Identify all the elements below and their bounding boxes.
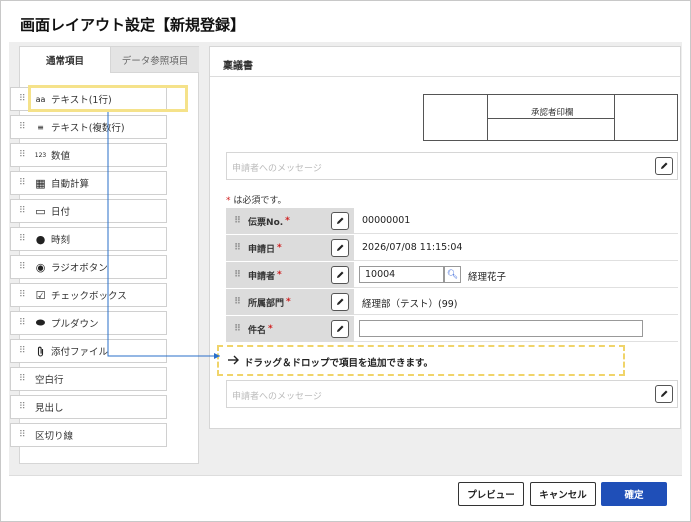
cancel-button[interactable]: キャンセル [530, 482, 596, 506]
palette-item-heading[interactable]: ⠿ 見出し [10, 395, 167, 419]
form-row-department[interactable]: ⠿ 所属部門 * 経理部（テスト）(99) [226, 289, 678, 315]
drag-handle-icon: ⠿ [19, 233, 26, 244]
drag-handle-icon: ⠿ [19, 429, 26, 440]
drag-handle-icon: ⠿ [19, 205, 26, 216]
drag-handle-icon: ⠿ [19, 317, 26, 328]
text-multi-icon: ≡ [37, 122, 44, 132]
applicant-code-input[interactable]: 10004 [359, 266, 444, 283]
message-box-bottom[interactable]: 申請者へのメッセージ [226, 380, 678, 408]
radio-icon: ◉ [35, 260, 46, 274]
palette-item-text-single[interactable]: ⠿ aa テキスト(1行) [10, 87, 167, 111]
palette-item-blank-row[interactable]: ⠿ 空白行 [10, 367, 167, 391]
drag-handle-icon: ⠿ [234, 297, 241, 307]
drop-hint: ドラッグ＆ドロップで項目を追加できます。 [244, 358, 434, 369]
palette-item-label: 自動計算 [51, 179, 90, 190]
form-row-applicant[interactable]: ⠿ 申請者 * 10004 🔍︎ 経理花子 [226, 262, 678, 288]
palette-item-attachment[interactable]: ⠿ 添付ファイル [10, 339, 167, 363]
drag-handle-icon: ⠿ [19, 373, 26, 384]
palette-item-label: 数値 [51, 151, 71, 162]
palette-item-label: 区切り線 [35, 431, 74, 442]
pencil-icon [661, 390, 668, 397]
edit-message-button[interactable] [655, 157, 673, 175]
toggle-icon: ⬬ [35, 316, 46, 329]
confirm-button[interactable]: 確定 [601, 482, 667, 506]
drag-handle-icon: ⠿ [19, 93, 26, 104]
palette-item-label: 見出し [35, 403, 64, 414]
pencil-icon [337, 298, 344, 305]
palette-item-label: チェックボックス [51, 291, 127, 302]
drag-handle-icon: ⠿ [19, 289, 26, 300]
message-box-top[interactable]: 申請者へのメッセージ [226, 152, 678, 180]
palette-item-label: 日付 [51, 207, 71, 218]
pencil-icon [337, 244, 344, 251]
edit-field-button[interactable] [331, 293, 349, 311]
palette-item-label: 空白行 [35, 375, 64, 386]
pencil-icon [661, 162, 668, 169]
palette-item-dropdown[interactable]: ⠿ ⬬ プルダウン [10, 311, 167, 335]
form-row-subject[interactable]: ⠿ 件名 * [226, 316, 678, 342]
search-icon: 🔍︎ [446, 269, 459, 280]
form-name: 稟議書 [223, 61, 253, 72]
divider [210, 76, 680, 77]
drag-handle-icon: ⠿ [19, 345, 26, 356]
calculator-icon: ▦ [35, 176, 46, 190]
drag-handle-icon: ⠿ [19, 121, 26, 132]
checkbox-icon: ☑ [35, 288, 46, 302]
palette-item-number[interactable]: ⠿ 123 数値 [10, 143, 167, 167]
drag-handle-icon: ⠿ [19, 149, 26, 160]
pencil-icon [337, 271, 344, 278]
drag-handle-icon: ⠿ [19, 401, 26, 412]
palette-item-label: ラジオボタン [51, 263, 108, 274]
drag-handle-icon: ⠿ [19, 261, 26, 272]
search-button[interactable]: 🔍︎ [444, 266, 461, 283]
number-icon: 123 [34, 151, 47, 159]
palette-item-radio[interactable]: ⠿ ◉ ラジオボタン [10, 255, 167, 279]
edit-field-button[interactable] [331, 266, 349, 284]
palette-item-label: テキスト(複数行) [51, 123, 125, 134]
page-title: 画面レイアウト設定【新規登録】 [20, 16, 246, 34]
drag-handle-icon: ⠿ [234, 216, 241, 226]
text-single-icon: aa [35, 94, 46, 104]
palette-item-label: 添付ファイル [51, 347, 109, 358]
tab-standard-fields[interactable]: 通常項目 [20, 47, 110, 73]
drag-handle-icon: ⠿ [234, 270, 241, 280]
drag-handle-icon: ⠿ [234, 324, 241, 334]
applicant-name: 経理花子 [468, 272, 507, 283]
clock-icon: ● [35, 232, 46, 246]
palette-item-time[interactable]: ⠿ ● 時刻 [10, 227, 167, 251]
palette-item-date[interactable]: ⠿ ▭ 日付 [10, 199, 167, 223]
field-value: 経理部（テスト）(99) [362, 299, 458, 310]
palette-item-checkbox[interactable]: ⠿ ☑ チェックボックス [10, 283, 167, 307]
palette-item-label: 時刻 [51, 235, 71, 246]
paperclip-icon [35, 346, 46, 357]
pencil-icon [337, 325, 344, 332]
palette-item-label: テキスト(1行) [51, 95, 112, 106]
required-note: * は必須です。 [226, 196, 287, 206]
palette-item-auto-calc[interactable]: ⠿ ▦ 自動計算 [10, 171, 167, 195]
edit-field-button[interactable] [331, 212, 349, 230]
palette-item-label: プルダウン [51, 319, 99, 330]
drag-handle-icon: ⠿ [234, 243, 241, 253]
tab-data-reference-fields[interactable]: データ参照項目 [110, 47, 199, 73]
palette-item-divider[interactable]: ⠿ 区切り線 [10, 423, 167, 447]
field-value: 00000001 [362, 215, 411, 226]
subject-input[interactable] [359, 320, 643, 337]
drag-handle-icon: ⠿ [19, 177, 26, 188]
field-value: 2026/07/08 11:15:04 [362, 242, 463, 253]
edit-field-button[interactable] [331, 320, 349, 338]
preview-button[interactable]: プレビュー [458, 482, 524, 506]
form-row-application-date[interactable]: ⠿ 申請日 * 2026/07/08 11:15:04 [226, 235, 678, 261]
palette-item-text-multi[interactable]: ⠿ ≡ テキスト(複数行) [10, 115, 167, 139]
approval-label: 承認者印欄 [528, 106, 577, 118]
form-row-slip-no[interactable]: ⠿ 伝票No. * 00000001 [226, 208, 678, 234]
calendar-icon: ▭ [35, 204, 46, 218]
approval-stamp-area: 承認者印欄 [423, 94, 678, 141]
edit-message-button[interactable] [655, 385, 673, 403]
edit-field-button[interactable] [331, 239, 349, 257]
pencil-icon [337, 217, 344, 224]
